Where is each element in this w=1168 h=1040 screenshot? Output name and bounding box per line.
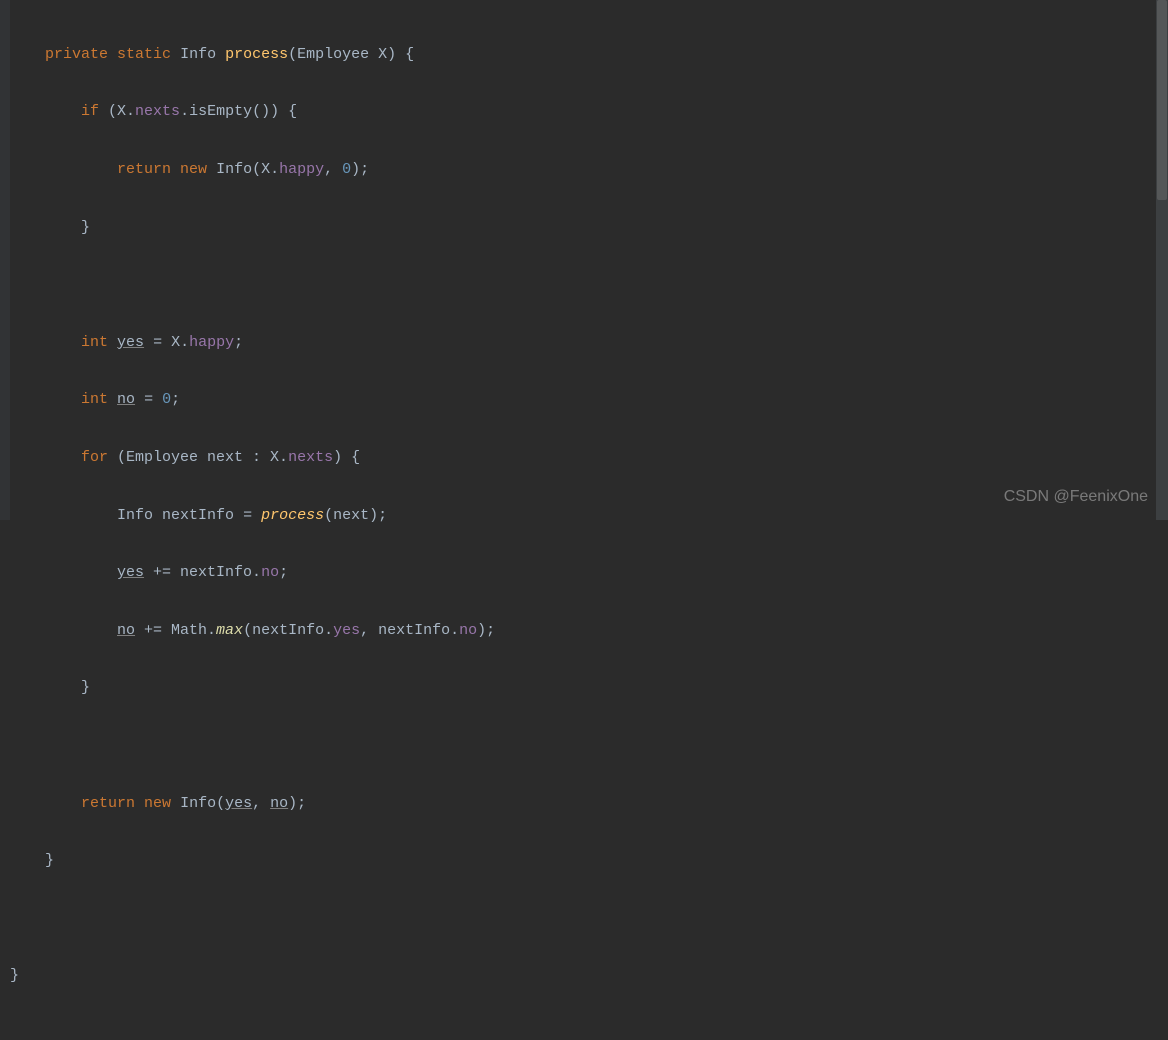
code-line: private static Info process(Employee X) … <box>45 41 1168 70</box>
code-line: yes += nextInfo.no; <box>45 559 1168 588</box>
code-line: if (X.nexts.isEmpty()) { <box>45 98 1168 127</box>
code-line: for (Employee next : X.nexts) { <box>45 444 1168 473</box>
code-line: no += Math.max(nextInfo.yes, nextInfo.no… <box>45 617 1168 646</box>
code-line: } <box>45 214 1168 243</box>
code-editor[interactable]: private static Info process(Employee X) … <box>0 0 1168 520</box>
code-content[interactable]: private static Info process(Employee X) … <box>10 8 1168 1040</box>
code-line: int no = 0; <box>45 386 1168 415</box>
code-line: } <box>45 674 1168 703</box>
code-line: Info nextInfo = process(next); <box>45 502 1168 531</box>
code-line: int yes = X.happy; <box>45 329 1168 358</box>
scrollbar-track[interactable] <box>1156 0 1168 520</box>
code-line <box>45 271 1168 300</box>
code-line: return new Info(X.happy, 0); <box>45 156 1168 185</box>
code-line: } <box>10 962 1168 991</box>
code-line: } <box>45 847 1168 876</box>
code-line <box>45 905 1168 934</box>
code-line <box>45 732 1168 761</box>
gutter <box>0 0 10 520</box>
scrollbar-thumb[interactable] <box>1157 0 1167 200</box>
code-line: return new Info(yes, no); <box>45 790 1168 819</box>
